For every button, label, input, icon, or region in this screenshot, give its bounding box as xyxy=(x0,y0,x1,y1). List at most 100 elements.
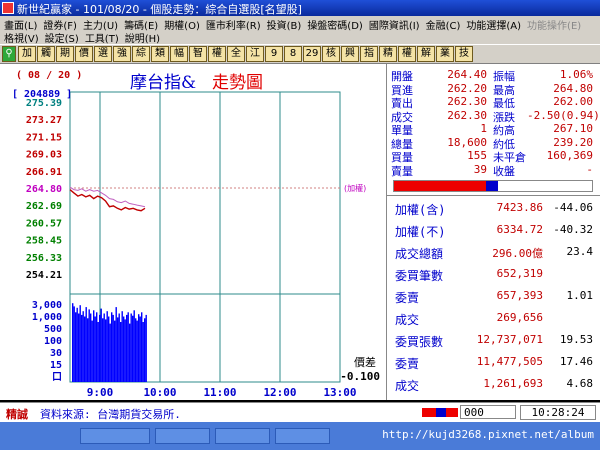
market-label: 成交 xyxy=(395,379,420,393)
quote-value: 239.20 xyxy=(553,135,593,149)
volume-bar xyxy=(111,312,113,382)
market-change: 4.68 xyxy=(566,377,594,390)
volume-bar xyxy=(141,312,143,382)
menu-item[interactable]: 投資(B) xyxy=(267,21,302,32)
spread-label: 價差 xyxy=(354,355,376,369)
y-tick-label: 266.91 xyxy=(26,167,62,178)
taskbar-app-1[interactable] xyxy=(80,428,150,444)
x-tick-label: 9:00 xyxy=(87,386,114,399)
volume-bar xyxy=(118,313,120,382)
market-change: 23.4 xyxy=(566,245,594,258)
market-change: 1.01 xyxy=(566,289,594,302)
status-source: 資料來源: 台灣期貨交易所. xyxy=(40,408,181,421)
market-label: 委賣 xyxy=(395,357,420,371)
volume-bar xyxy=(109,323,111,382)
quote-value: 160,369 xyxy=(546,149,593,162)
volume-tick-label: 15 xyxy=(50,360,62,371)
toolbar-button[interactable]: 江 xyxy=(246,46,264,62)
toolbar-button[interactable]: 29 xyxy=(303,46,321,62)
volume-bar xyxy=(97,322,99,382)
intraday-chart: 275.39273.27271.15269.03266.91264.80262.… xyxy=(12,70,380,399)
taskbar-app-2[interactable] xyxy=(155,428,210,444)
toolbar-button[interactable]: 期 xyxy=(56,46,74,62)
volume-bar xyxy=(103,313,105,382)
quote-value: 18,600 xyxy=(447,135,487,149)
toolbar-button[interactable]: 全 xyxy=(227,46,245,62)
market-value: 6334.72 xyxy=(496,223,543,236)
market-change: -40.32 xyxy=(553,223,593,236)
menu-item[interactable]: 期權(O) xyxy=(164,21,200,32)
x-tick-label: 10:00 xyxy=(143,386,176,399)
divider xyxy=(387,195,600,196)
toolbar-button[interactable]: 8 xyxy=(284,46,302,62)
taskbar-app-3[interactable] xyxy=(215,428,270,444)
toolbar-button[interactable]: 加 xyxy=(18,46,36,62)
toolbar-button[interactable]: 權 xyxy=(208,46,226,62)
volume-bar xyxy=(144,318,146,382)
toolbar-button[interactable]: 權 xyxy=(398,46,416,62)
y-tick-label: 262.69 xyxy=(26,201,62,212)
toolbar-button[interactable]: 技 xyxy=(455,46,473,62)
toolbar-button[interactable]: 業 xyxy=(436,46,454,62)
taskbar-app-4[interactable] xyxy=(275,428,330,444)
toolbar-button[interactable]: 9 xyxy=(265,46,283,62)
volume-bar xyxy=(102,318,104,382)
search-icon[interactable]: ⚲ xyxy=(2,46,16,62)
market-change: 19.53 xyxy=(559,333,593,346)
toolbar-button[interactable]: 幅 xyxy=(170,46,188,62)
quote-value: -2.50(0.94) xyxy=(527,108,600,122)
toolbar-button[interactable]: 綜 xyxy=(132,46,150,62)
toolbar-button[interactable]: 類 xyxy=(151,46,169,62)
menu-item[interactable]: 匯市利率(R) xyxy=(206,21,261,32)
quote-value: 262.20 xyxy=(447,81,487,95)
toolbar: ⚲ 加觸期價選強綜類幅智權全江 9 8 29 核興指精權解業技 xyxy=(0,44,600,64)
volume-bar xyxy=(139,316,141,382)
quote-value: 262.30 xyxy=(447,95,487,108)
volume-bar xyxy=(76,307,78,382)
quote-value: 264.40 xyxy=(447,68,487,81)
market-label: 成交 xyxy=(395,313,420,327)
volume-bar xyxy=(112,314,114,382)
menu-item[interactable]: 功能選擇(A) xyxy=(466,21,521,32)
market-value: 652,319 xyxy=(496,267,543,280)
toolbar-button[interactable]: 解 xyxy=(417,46,435,62)
volume-bar xyxy=(121,311,123,382)
quote-value: 262.30 xyxy=(447,108,487,122)
quote-value: 264.80 xyxy=(553,81,593,95)
price-series-line xyxy=(69,189,146,212)
title-bar: 新世紀贏家 - 101/08/20 - 個股走勢：綜合自選股[名望股] xyxy=(0,0,600,16)
menu-item-disabled: 功能操作(E) xyxy=(527,21,582,32)
volume-bar xyxy=(120,322,122,382)
volume-bar xyxy=(145,314,147,382)
volume-bar xyxy=(136,320,138,382)
menu-item[interactable]: 金融(C) xyxy=(426,21,461,32)
volume-bar xyxy=(106,311,108,382)
x-tick-label: 13:00 xyxy=(323,386,356,399)
market-label: 委買張數 xyxy=(395,335,444,349)
chart-date: ( 08 / 20 ) xyxy=(16,70,82,81)
toolbar-button[interactable]: 觸 xyxy=(37,46,55,62)
menu-item[interactable]: 國際資訊(I) xyxy=(369,21,420,32)
toolbar-button[interactable]: 智 xyxy=(189,46,207,62)
volume-bar xyxy=(82,311,84,382)
y-tick-label: 271.15 xyxy=(26,132,62,143)
toolbar-button[interactable]: 核 xyxy=(322,46,340,62)
volume-bar xyxy=(79,305,81,382)
menu-row-1: 畫面(L) 證券(F) 主力(U) 籌碼(E) 期權(O) 匯市利率(R) 投資(B) 操盤密… xyxy=(4,17,587,32)
spread-value: -0.100 xyxy=(340,370,380,383)
toolbar-button[interactable]: 精 xyxy=(379,46,397,62)
menu-item[interactable]: 操盤密碼(D) xyxy=(307,21,363,32)
market-value: 12,737,071 xyxy=(476,333,543,346)
toolbar-button[interactable]: 指 xyxy=(360,46,378,62)
market-label: 成交總額 xyxy=(395,247,444,261)
market-value: 657,393 xyxy=(496,289,543,302)
volume-bar xyxy=(100,308,102,382)
toolbar-button[interactable]: 興 xyxy=(341,46,359,62)
volume-bar xyxy=(75,312,77,382)
volume-bar xyxy=(115,307,117,382)
toolbar-button[interactable]: 價 xyxy=(75,46,93,62)
market-label: 委買筆數 xyxy=(395,269,444,283)
toolbar-button[interactable]: 選 xyxy=(94,46,112,62)
code-input[interactable]: 000 xyxy=(460,405,516,419)
toolbar-button[interactable]: 強 xyxy=(113,46,131,62)
